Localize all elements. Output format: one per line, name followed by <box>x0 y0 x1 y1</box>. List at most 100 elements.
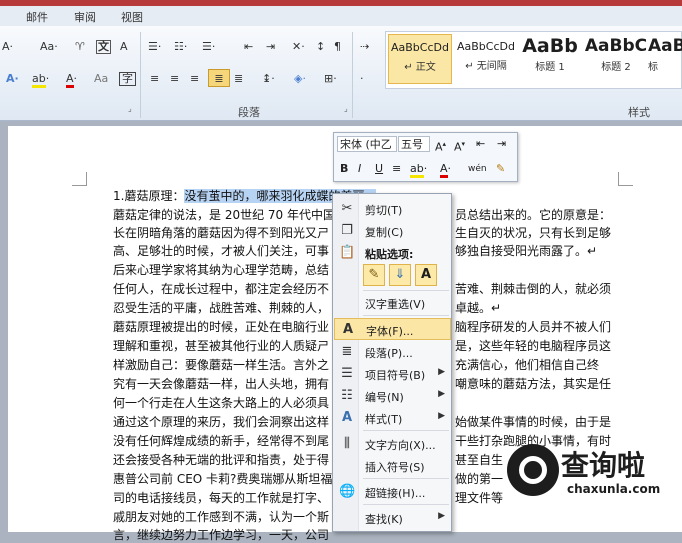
copy-icon: ❐ <box>341 223 353 238</box>
grow-font-icon[interactable]: A▴ <box>435 136 446 156</box>
paste-keep-format-icon[interactable]: ✎ <box>363 264 385 286</box>
menu-item-label: 样式(T) <box>365 413 403 426</box>
align-left-icon[interactable]: ≡ <box>150 70 159 88</box>
tab-view[interactable]: 视图 <box>121 9 143 25</box>
decrease-indent-icon[interactable]: ⇤ <box>476 136 485 152</box>
menu-item-paragraph[interactable]: ≣ 段落(P)... <box>334 341 451 363</box>
paragraph-icon: ≣ <box>341 344 353 359</box>
line-spacing-icon[interactable]: ↨· <box>262 70 275 88</box>
menu-item-label: 字体(F)... <box>366 325 414 338</box>
shrink-font-icon[interactable]: A· <box>2 38 13 56</box>
mini-toolbar: 宋体 (中乙 五号 A▴ A▾ ⇤ ⇥ B I U ≡ ab· A· wén ✎ <box>333 132 518 182</box>
doc-line-right: 够独自接受阳光雨露了。↵ <box>455 244 598 258</box>
margin-mark <box>86 172 87 186</box>
doc-line: 理解和重视，甚至被其他行业的人质疑ㄕ <box>113 339 330 353</box>
menu-item-font[interactable]: A 字体(F)... <box>334 318 451 340</box>
numbering-icon[interactable]: ☷· <box>174 38 187 56</box>
paragraph-dialog-launcher-icon[interactable]: ⌟ <box>344 104 348 113</box>
doc-line: 蘑菇原理被提出的时候，正处在电脑行业 <box>113 320 330 334</box>
chinese-layout-icon[interactable]: ✕· <box>292 38 305 56</box>
enclose-char-icon[interactable]: 字 <box>119 72 136 86</box>
asian-layout-icon[interactable]: · <box>360 70 364 88</box>
doc-line: 言，继续边努力工作边学习，一天，公司 <box>113 528 330 542</box>
menu-item-label: 编号(N) <box>365 391 404 404</box>
styles-group-label: 样式 <box>628 106 650 119</box>
sort-icon[interactable]: ↕ <box>316 38 325 56</box>
shrink-font-icon[interactable]: A▾ <box>454 136 465 156</box>
tab-review[interactable]: 审阅 <box>74 9 96 25</box>
highlight-icon[interactable]: ab· <box>410 161 427 178</box>
pinyin-icon[interactable]: wén <box>468 161 487 177</box>
doc-line: 蘑菇定律的说法，是 20世纪 70 年代中国ㄕ <box>113 208 335 222</box>
style-heading-1[interactable]: AaBb 标题 1 <box>518 34 582 84</box>
style-sample: AaBbCcDd <box>457 40 515 53</box>
increase-indent-icon[interactable]: ⇥ <box>497 136 506 152</box>
menu-item-numbering[interactable]: ☷ 编号(N) ▶ <box>334 385 451 407</box>
font-color-icon[interactable]: A· <box>66 70 77 88</box>
italic-button[interactable]: I <box>358 161 361 177</box>
menu-item-reconvert[interactable]: 汉字重选(V) <box>334 292 451 314</box>
show-marks-icon[interactable]: ¶ <box>334 38 341 56</box>
menu-item-bullets[interactable]: ☰ 项目符号(B) ▶ <box>334 363 451 385</box>
doc-line: 何一个行走在人生这条大路上的人必须具 <box>113 396 330 410</box>
menu-item-styles[interactable]: A 样式(T) ▶ <box>334 407 451 429</box>
styles-icon: A <box>341 410 353 425</box>
justify-icon[interactable]: ≣ <box>208 69 230 87</box>
font-name-box[interactable]: 宋体 (中乙 <box>337 136 397 152</box>
char-shading-icon[interactable]: A <box>120 38 128 56</box>
clear-format-icon[interactable]: ♈ <box>75 38 85 56</box>
doc-line: 究有一天会像蘑菇一样，出人头地，拥有 <box>113 377 330 391</box>
menu-item-insert-symbol[interactable]: 插入符号(S) <box>334 455 451 477</box>
ribbon: A· Aa· ♈ 文 A A· ab· A· Aa 字 ☰· ☷· ☰· ⇤ ⇥… <box>0 26 682 121</box>
context-menu: ✂ 剪切(T) ❐ 复制(C) 📋 粘贴选项: ✎ ⇓ A 汉字重选(V) A … <box>332 193 452 532</box>
font-size-box[interactable]: 五号 <box>398 136 430 152</box>
doc-line-right: 甚至自生 <box>455 453 504 467</box>
decrease-indent-icon[interactable]: ⇤ <box>244 38 253 56</box>
watermark-logo: 查询啦 chaxunla.com <box>507 438 682 532</box>
highlight-icon[interactable]: ab· <box>32 70 49 88</box>
menu-item-find[interactable]: 查找(K) ▶ <box>334 507 451 529</box>
align-right-icon[interactable]: ≡ <box>190 70 199 88</box>
paste-merge-format-icon[interactable]: ⇓ <box>389 264 411 286</box>
menu-item-label: 复制(C) <box>365 226 404 239</box>
menu-item-paste-options: 📋 粘贴选项: <box>334 242 451 264</box>
submenu-arrow-icon: ▶ <box>438 511 445 521</box>
bullets-icon[interactable]: ☰· <box>148 38 161 56</box>
menu-item-copy[interactable]: ❐ 复制(C) <box>334 220 451 242</box>
change-case-button[interactable]: Aa· <box>40 38 58 56</box>
underline-button[interactable]: U <box>375 161 383 177</box>
text-effect-icon[interactable]: A· <box>6 70 19 88</box>
style-heading-2[interactable]: AaBbC 标题 2 <box>584 34 648 84</box>
format-painter-icon[interactable]: ✎ <box>496 161 505 177</box>
style-normal[interactable]: AaBbCcDd ↵ 正文 <box>388 34 452 84</box>
borders-icon[interactable]: ⊞· <box>324 70 337 88</box>
align-center-icon[interactable]: ≡ <box>170 70 179 88</box>
tab-mailings[interactable]: 邮件 <box>26 9 48 25</box>
menu-item-label: 段落(P)... <box>365 347 413 360</box>
text-direction-icon[interactable]: ⇢ <box>360 38 369 56</box>
font-dialog-launcher-icon[interactable]: ⌟ <box>128 104 132 113</box>
menu-item-label: 文字方向(X)... <box>365 439 436 452</box>
shading-icon[interactable]: ◈· <box>294 70 306 88</box>
bold-button[interactable]: B <box>340 161 348 177</box>
paste-text-only-icon[interactable]: A <box>415 264 437 286</box>
menu-item-hyperlink[interactable]: 🌐 超链接(H)... <box>334 481 451 503</box>
center-align-icon[interactable]: ≡ <box>392 161 401 177</box>
doc-line: 司的电话接线员，每天的工作就是打字、 <box>113 491 330 505</box>
char-border-icon[interactable]: 文 <box>96 40 111 54</box>
style-sample: AaBb <box>522 35 578 57</box>
menu-separator <box>363 504 449 505</box>
multilevel-list-icon[interactable]: ☰· <box>202 38 215 56</box>
style-no-spacing[interactable]: AaBbCcDd ↵ 无间隔 <box>454 34 518 84</box>
char-scale-icon[interactable]: Aa <box>94 70 108 88</box>
increase-indent-icon[interactable]: ⇥ <box>266 38 275 56</box>
doc-line-right: 生自灭的状况，只有长到足够 <box>455 226 612 240</box>
doc-line-right: 理文件等 <box>455 491 504 505</box>
distributed-icon[interactable]: ≣ <box>234 70 243 88</box>
menu-item-cut[interactable]: ✂ 剪切(T) <box>334 198 451 220</box>
menu-separator <box>363 478 449 479</box>
font-color-icon[interactable]: A· <box>440 161 451 178</box>
style-heading[interactable]: AaB 标 <box>648 34 682 84</box>
menu-item-text-direction[interactable]: ⫼ 文字方向(X)... <box>334 433 451 455</box>
style-sample: AaBbC <box>584 36 648 56</box>
